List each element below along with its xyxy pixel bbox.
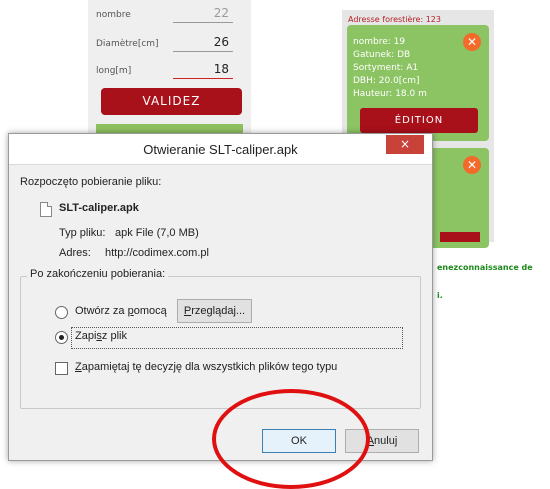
open-with-radio[interactable]: [55, 306, 68, 319]
form-row-length: long[m] 18: [96, 60, 243, 82]
card-line: Hauteur: 18.0 m: [353, 89, 427, 99]
form-label: long[m]: [96, 66, 132, 76]
address-value: http://codimex.com.pl: [105, 247, 209, 259]
form-label: nombre: [96, 10, 131, 20]
close-button[interactable]: ×: [386, 135, 424, 154]
forest-address-header: Adresse forestière: 123: [348, 15, 441, 24]
file-icon: [40, 202, 52, 217]
background-note-text: enezconnaissance de: [437, 263, 533, 272]
delete-card-icon[interactable]: ✕: [463, 156, 481, 174]
file-type-value: apk File (7,0 MB): [115, 227, 199, 239]
nombre-field[interactable]: 22: [173, 6, 233, 23]
open-with-label[interactable]: Otwórz za pomocą: [75, 305, 167, 317]
browse-button[interactable]: Przeglądaj...: [177, 299, 252, 323]
remember-label[interactable]: Zapamiętaj tę decyzję dla wszystkich pli…: [75, 361, 337, 373]
download-dialog: Otwieranie SLT-caliper.apk × Rozpoczęto …: [8, 133, 433, 461]
download-intro: Rozpoczęto pobieranie pliku:: [20, 176, 162, 188]
edit-button-partial: [440, 232, 480, 242]
group-title: Po zakończeniu pobierania:: [27, 268, 169, 280]
card-line: DBH: 20.0[cm]: [353, 76, 420, 86]
save-file-radio[interactable]: [55, 331, 68, 344]
highlight-circle: [212, 389, 370, 489]
background-note-text: i.: [437, 291, 443, 300]
form-row-diameter: Diamètre[cm] 26: [96, 33, 243, 55]
file-type-label: Typ pliku:: [59, 227, 106, 239]
tree-card: nombre: 19 Gatunek: DB Sortyment: A1 DBH…: [347, 25, 489, 141]
save-file-label[interactable]: Zapisz plik: [75, 330, 127, 342]
delete-card-icon[interactable]: ✕: [463, 33, 481, 51]
form-label: Diamètre[cm]: [96, 39, 159, 49]
address-label: Adres:: [59, 247, 91, 259]
diameter-field[interactable]: 26: [173, 35, 233, 52]
file-name: SLT-caliper.apk: [59, 202, 139, 214]
background-phone-form: nombre 22 Diamètre[cm] 26 long[m] 18 VAL…: [88, 0, 251, 150]
card-line: nombre: 19: [353, 37, 406, 47]
remember-checkbox[interactable]: [55, 362, 68, 375]
card-line: Sortyment: A1: [353, 63, 419, 73]
validate-button[interactable]: VALIDEZ: [101, 88, 242, 115]
form-row-nombre: nombre 22: [96, 4, 243, 26]
dialog-titlebar[interactable]: Otwieranie SLT-caliper.apk ×: [9, 134, 432, 165]
close-icon: ×: [399, 137, 411, 151]
edit-button[interactable]: ÉDITION: [360, 108, 478, 133]
dialog-title: Otwieranie SLT-caliper.apk: [143, 142, 298, 157]
length-field[interactable]: 18: [173, 62, 233, 79]
card-line: Gatunek: DB: [353, 50, 411, 60]
